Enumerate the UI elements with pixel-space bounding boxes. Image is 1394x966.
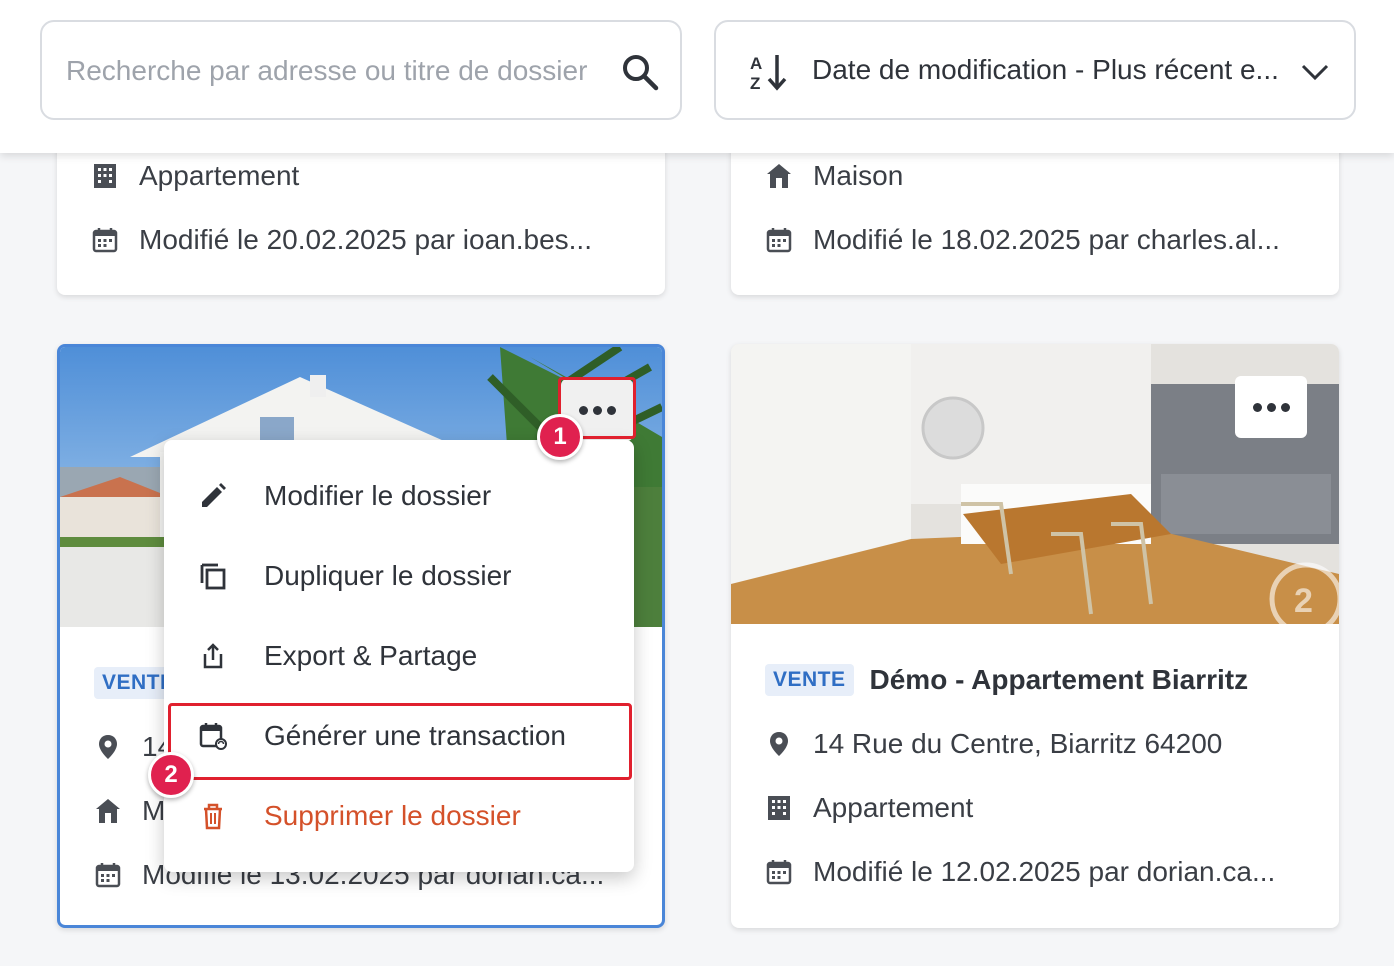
context-menu: Modifier le dossier Dupliquer le dossier… [164,440,634,872]
calendar-icon [766,228,792,253]
page: A Z Date de modification - Plus récent e… [0,0,1394,966]
property-type: M [142,795,166,826]
search-icon[interactable] [620,52,660,92]
more-options-button[interactable] [1235,376,1307,438]
dot [1252,402,1262,412]
building-icon [94,164,116,188]
sort-az-icon: A Z [750,54,787,92]
toolbar: A Z Date de modification - Plus récent e… [0,0,1394,153]
property-type: Appartement [813,792,974,823]
title-row: VENTE Démo - Appartement Biarritz [765,664,1248,696]
calendar-icon [95,863,121,888]
modified-row: Modifié le 12.02.2025 par dorian.ca... [765,856,1275,888]
property-type-row: Maison [765,160,903,192]
property-type-row: Appartement [91,160,299,192]
modified-row: Modifié le 20.02.2025 par ioan.bes... [91,224,592,256]
calendar-icon [766,860,792,885]
modified-row: Modifié le 18.02.2025 par charles.al... [765,224,1280,256]
modified-text: Modifié le 12.02.2025 par dorian.ca... [813,856,1276,887]
share-icon [203,643,223,669]
dot [1266,402,1276,412]
step-badge-1: 1 [537,414,583,460]
dot [1280,402,1290,412]
property-title[interactable]: Démo - Appartement Biarritz [870,664,1249,696]
svg-text:Z: Z [750,74,760,92]
menu-item-label: Export & Partage [264,640,478,671]
property-type: Appartement [139,160,300,191]
property-card[interactable]: 2 VENTE Démo - Appartement Biarritz 14 R… [731,344,1339,928]
building-icon [768,796,790,820]
highlight-generate-transaction [168,703,632,780]
location-pin-icon [99,735,117,759]
watermark-logo: 2 [1294,582,1313,620]
house-icon [767,164,791,188]
house-icon [96,799,120,823]
pencil-icon [202,483,226,507]
menu-item-edit[interactable]: Modifier le dossier [164,456,634,536]
menu-item-export-share[interactable]: Export & Partage [164,616,634,696]
menu-item-label: Supprimer le dossier [264,800,521,831]
svg-text:A: A [750,54,762,73]
chevron-down-icon [1301,64,1329,81]
badge-vente: VENTE [765,664,854,696]
trash-icon [204,803,222,830]
search-input[interactable] [66,48,596,94]
sort-dropdown[interactable]: A Z Date de modification - Plus récent e… [714,20,1356,120]
menu-item-label: Modifier le dossier [264,480,492,511]
modified-text: Modifié le 20.02.2025 par ioan.bes... [139,224,592,255]
menu-item-delete[interactable]: Supprimer le dossier [164,776,634,856]
menu-item-duplicate[interactable]: Dupliquer le dossier [164,536,634,616]
property-type-row: M [94,795,165,827]
property-type: Maison [813,160,904,191]
menu-item-label: Dupliquer le dossier [264,560,512,591]
search-box[interactable] [40,20,682,120]
property-type-row: Appartement [765,792,973,824]
address-row: 14 Rue du Centre, Biarritz 64200 [765,728,1222,760]
modified-text: Modifié le 18.02.2025 par charles.al... [813,224,1280,255]
calendar-icon [92,228,118,253]
sort-label: Date de modification - Plus récent e... [812,54,1279,85]
copy-icon [200,563,226,590]
step-badge-2: 2 [148,752,194,798]
location-pin-icon [770,732,788,756]
address-text: 14 Rue du Centre, Biarritz 64200 [813,728,1223,759]
